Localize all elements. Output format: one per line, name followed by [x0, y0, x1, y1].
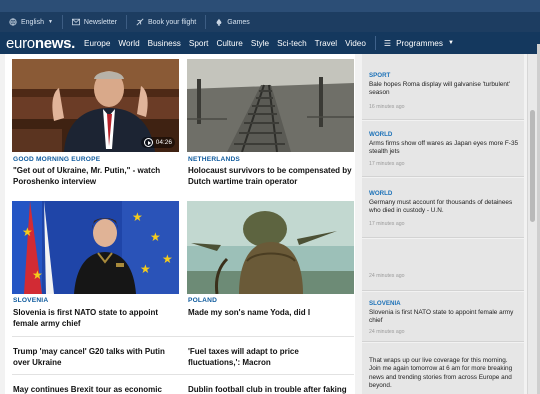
live-item-tag: WORLD — [369, 131, 393, 138]
nav-culture[interactable]: Culture — [216, 39, 242, 48]
text-article-headline[interactable]: Dublin football club in trouble after fa… — [188, 385, 363, 394]
live-item-text: Germany must account for thousands of de… — [369, 199, 513, 215]
nav-style[interactable]: Style — [251, 39, 269, 48]
live-item[interactable]: SPORT Bale hopes Roma display will galva… — [362, 54, 524, 120]
live-item-time: 16 minutes ago — [369, 104, 405, 110]
row-divider — [12, 374, 354, 375]
article-tag[interactable]: NETHERLANDS — [188, 156, 240, 163]
article-tag[interactable]: POLAND — [188, 297, 217, 304]
article-thumbnail-poroshenko[interactable]: 04:26 — [12, 59, 179, 152]
row-divider — [12, 336, 354, 337]
games-link[interactable]: Games — [206, 15, 259, 29]
spade-icon — [216, 18, 222, 26]
programmes-menu[interactable]: ☰ Programmes ▼ — [384, 39, 454, 48]
newsletter-link[interactable]: Newsletter — [63, 15, 127, 29]
text-article-headline[interactable]: 'Fuel taxes will adapt to price fluctuat… — [188, 347, 348, 368]
nav-travel[interactable]: Travel — [315, 39, 337, 48]
svg-text:★: ★ — [32, 268, 43, 282]
scrollbar-thumb[interactable] — [530, 110, 535, 222]
live-item-text: That wraps up our live coverage for this… — [369, 357, 513, 390]
globe-icon — [9, 18, 17, 26]
chevron-down-icon: ▼ — [47, 19, 53, 25]
live-item-time: 17 minutes ago — [369, 161, 405, 167]
nav-world[interactable]: World — [118, 39, 139, 48]
newsletter-label: Newsletter — [83, 18, 117, 26]
live-item[interactable]: SLOVENIA Slovenia is first NATO state to… — [362, 292, 524, 342]
utility-row: English ▼ Newsletter Book your flight Ga… — [0, 12, 540, 32]
live-item[interactable]: WORLD Arms firms show off wares as Japan… — [362, 121, 524, 177]
live-feed: SPORT Bale hopes Roma display will galva… — [362, 54, 524, 394]
article-headline[interactable]: Slovenia is first NATO state to appoint … — [13, 308, 178, 329]
video-duration-badge: 04:26 — [140, 137, 175, 148]
svg-text:★: ★ — [162, 252, 173, 266]
book-flight-link[interactable]: Book your flight — [127, 15, 207, 29]
photo-army-chief: ★ ★ ★ ★ ★ ★ — [12, 201, 179, 294]
games-label: Games — [227, 18, 250, 26]
play-icon — [143, 138, 153, 147]
live-item-time: 24 minutes ago — [369, 273, 405, 279]
caret-down-icon: ▼ — [447, 40, 454, 46]
video-duration: 04:26 — [155, 139, 172, 146]
article-headline[interactable]: Holocaust survivors to be compensated by… — [188, 166, 353, 187]
euronews-logo[interactable]: euronews. — [6, 36, 75, 51]
article-thumbnail-yoda[interactable] — [187, 201, 354, 294]
book-flight-label: Book your flight — [148, 18, 197, 26]
svg-text:★: ★ — [140, 262, 151, 276]
scrollbar[interactable] — [527, 54, 537, 394]
main-content: 04:26 GOOD MORNING EUROPE "Get out of Uk… — [5, 54, 355, 394]
article-tag[interactable]: SLOVENIA — [13, 297, 48, 304]
live-item-tag: WORLD — [369, 190, 393, 197]
photo-railway-tracks — [187, 59, 354, 152]
article-thumbnail-slovenia[interactable]: ★ ★ ★ ★ ★ ★ — [12, 201, 179, 294]
article-headline[interactable]: "Get out of Ukraine, Mr. Putin," - watch… — [13, 166, 178, 187]
live-item-text: Slovenia is first NATO state to appoint … — [369, 309, 514, 325]
live-item-time: 17 minutes ago — [369, 221, 405, 227]
article-thumbnail-holocaust[interactable] — [187, 59, 354, 152]
live-item-time: 24 minutes ago — [369, 329, 405, 335]
live-item-tag: SLOVENIA — [369, 300, 401, 307]
live-item[interactable]: 24 minutes ago — [362, 239, 524, 291]
nav-sci-tech[interactable]: Sci-tech — [277, 39, 307, 48]
svg-text:★: ★ — [22, 225, 33, 239]
logo-text-news: news. — [34, 34, 76, 52]
live-item-text: Bale hopes Roma display will galvanise '… — [369, 81, 510, 97]
live-item[interactable]: WORLD Germany must account for thousands… — [362, 178, 524, 238]
main-nav: euronews. Europe World Business Sport Cu… — [0, 32, 540, 54]
live-item[interactable]: That wraps up our live coverage for this… — [362, 343, 524, 394]
svg-text:★: ★ — [132, 210, 143, 224]
language-selector[interactable]: English ▼ — [0, 15, 63, 29]
svg-text:★: ★ — [150, 230, 161, 244]
live-item-text: Arms firms show off wares as Japan eyes … — [369, 140, 519, 156]
nav-business[interactable]: Business — [148, 39, 181, 48]
article-tag[interactable]: GOOD MORNING EUROPE — [13, 156, 100, 163]
live-item-tag: SPORT — [369, 72, 391, 79]
text-article-headline[interactable]: May continues Brexit tour as economic — [13, 385, 183, 394]
logo-text-euro: euro — [6, 34, 35, 52]
nav-video[interactable]: Video — [345, 39, 366, 48]
text-article-headline[interactable]: Trump 'may cancel' G20 talks with Putin … — [13, 347, 173, 368]
envelope-icon — [71, 18, 80, 26]
nav-divider — [374, 36, 376, 50]
browser-strip — [0, 0, 540, 12]
programmes-label: Programmes — [396, 38, 443, 48]
language-label: English — [21, 18, 44, 26]
menu-icon: ☰ — [383, 38, 392, 48]
nav-sport[interactable]: Sport — [189, 39, 209, 48]
article-headline[interactable]: Made my son's name Yoda, did I — [188, 308, 353, 319]
plane-icon — [136, 18, 144, 26]
photo-yoda-statue — [187, 201, 354, 294]
nav-europe[interactable]: Europe — [84, 39, 110, 48]
